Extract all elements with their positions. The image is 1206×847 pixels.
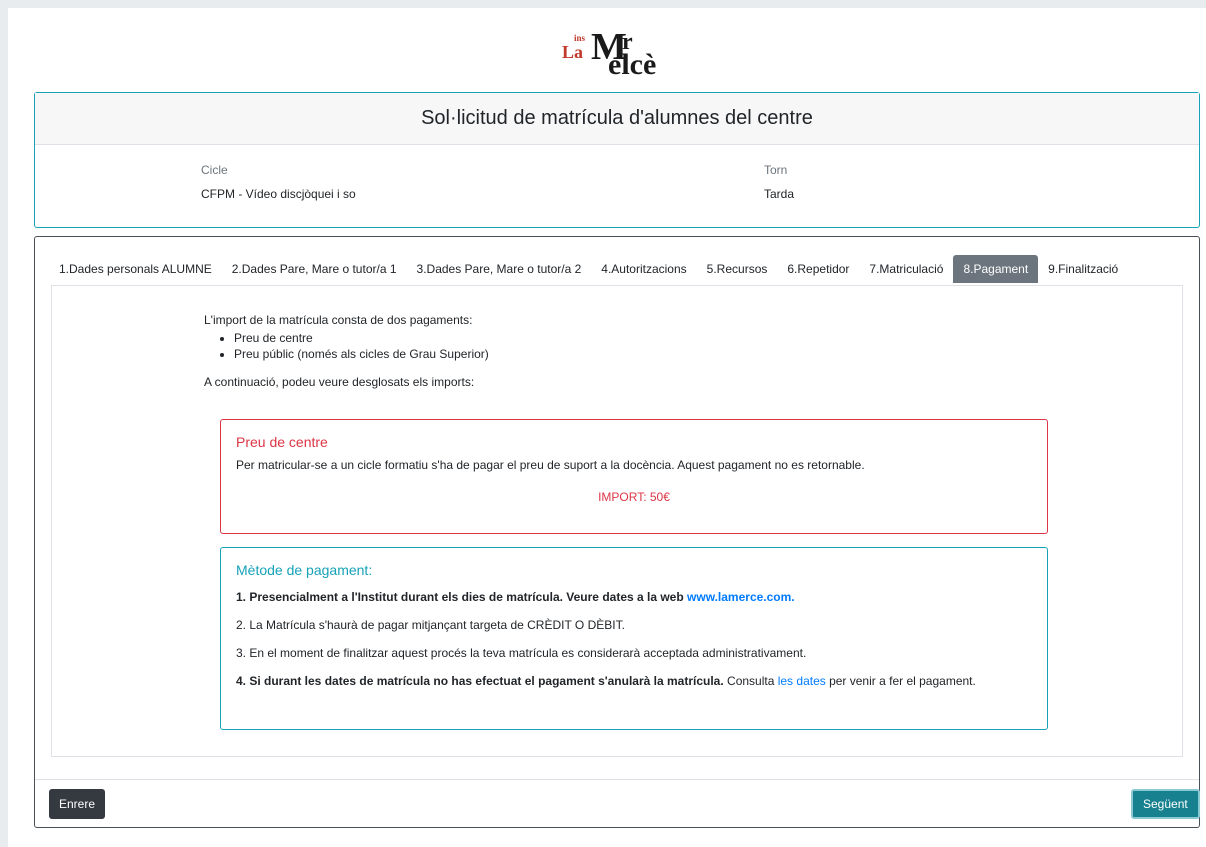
cicle-value: CFPM - Vídeo discjòquei i so: [201, 187, 356, 201]
metode-pagament-box: Mètode de pagament: 1. Presencialment a …: [220, 547, 1048, 730]
les-dates-link[interactable]: les dates: [778, 674, 826, 688]
import-amount: IMPORT: 50€: [598, 490, 670, 504]
footer-divider: [35, 779, 1199, 780]
torn-label: Torn: [764, 163, 788, 177]
lamerce-link[interactable]: www.lamerce.com.: [687, 590, 795, 604]
pagament-tab-pane: L'import de la matrícula consta de dos p…: [51, 285, 1183, 757]
tab-dades-personals[interactable]: 1.Dades personals ALUMNE: [49, 255, 222, 283]
metode-title: Mètode de pagament:: [236, 562, 373, 578]
page: ins La M r elcè Sol·licitud de matrícula…: [8, 8, 1206, 847]
preu-centre-title: Preu de centre: [236, 434, 328, 450]
payment-intro: L'import de la matrícula consta de dos p…: [204, 312, 904, 390]
tab-tutor-1[interactable]: 2.Dades Pare, Mare o tutor/a 1: [222, 255, 407, 283]
wizard-tabs: 1.Dades personals ALUMNE 2.Dades Pare, M…: [49, 255, 1128, 283]
preu-centre-box: Preu de centre Per matricular-se a un ci…: [220, 419, 1048, 534]
logo-elce: elcè: [608, 48, 657, 81]
back-button[interactable]: Enrere: [49, 789, 106, 819]
metode-step-1: 1. Presencialment a l'Institut durant el…: [236, 590, 1032, 604]
form-card: 1.Dades personals ALUMNE 2.Dades Pare, M…: [34, 236, 1200, 828]
metode-step-4-a: Consulta: [723, 674, 778, 688]
metode-step-1-text: 1. Presencialment a l'Institut durant el…: [236, 590, 688, 604]
tab-repetidor[interactable]: 6.Repetidor: [777, 255, 859, 283]
preu-centre-body: Per matricular-se a un cicle formatiu s'…: [236, 458, 865, 472]
enrollment-header-card: Sol·licitud de matrícula d'alumnes del c…: [34, 92, 1200, 228]
list-item: Preu públic (només als cicles de Grau Su…: [234, 346, 904, 362]
logo-la: La: [562, 42, 584, 62]
page-title: Sol·licitud de matrícula d'alumnes del c…: [35, 93, 1199, 145]
tab-tutor-2[interactable]: 3.Dades Pare, Mare o tutor/a 2: [407, 255, 592, 283]
intro-text: L'import de la matrícula consta de dos p…: [204, 313, 473, 327]
metode-step-4: 4. Si durant les dates de matrícula no h…: [236, 674, 1032, 688]
tab-matriculacio[interactable]: 7.Matriculació: [859, 255, 953, 283]
payment-list: Preu de centre Preu públic (només als ci…: [204, 330, 904, 362]
metode-step-2: 2. La Matrícula s'haurà de pagar mitjanç…: [236, 618, 625, 632]
next-button[interactable]: Següent: [1131, 789, 1200, 819]
torn-value: Tarda: [764, 187, 795, 201]
tab-recursos[interactable]: 5.Recursos: [697, 255, 778, 283]
metode-step-4-b: per venir a fer el pagament.: [825, 674, 976, 688]
metode-step-3: 3. En el moment de finalitzar aquest pro…: [236, 646, 807, 660]
school-logo: ins La M r elcè: [558, 28, 678, 86]
metode-step-4-bold: 4. Si durant les dates de matrícula no h…: [236, 674, 724, 688]
tab-autoritzacions[interactable]: 4.Autoritzacions: [591, 255, 696, 283]
intro-continuation: A continuació, podeu veure desglosats el…: [204, 375, 475, 389]
tab-pagament[interactable]: 8.Pagament: [953, 255, 1039, 283]
cicle-label: Cicle: [201, 163, 228, 177]
list-item: Preu de centre: [234, 330, 904, 346]
tab-finalitzacio[interactable]: 9.Finalització: [1038, 255, 1128, 283]
